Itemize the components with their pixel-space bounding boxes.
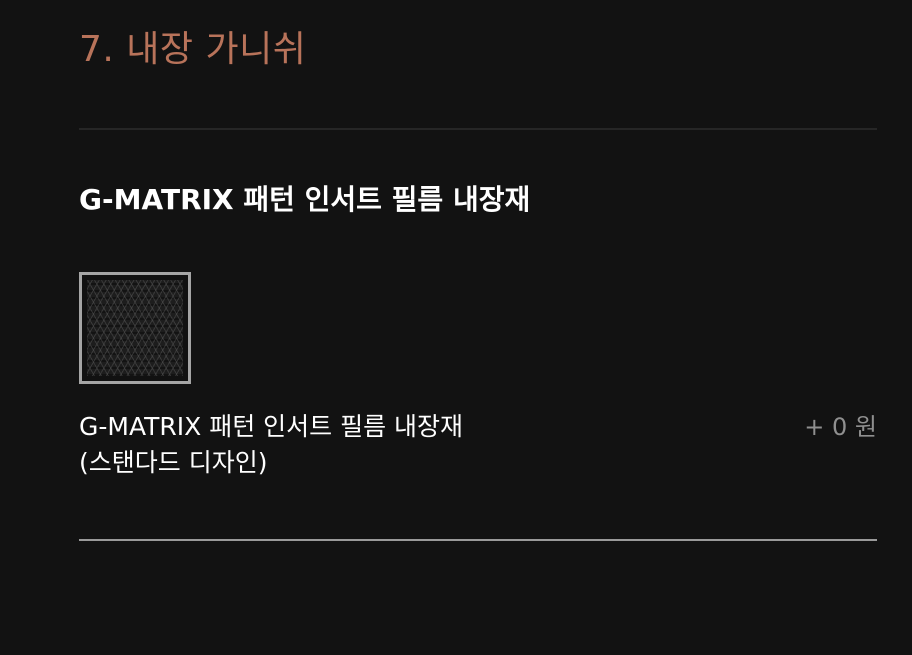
option-divider (79, 539, 877, 541)
option-price: + 0 원 (804, 413, 877, 441)
g-matrix-swatch-button[interactable] (79, 272, 191, 384)
option-group-title: G-MATRIX 패턴 인서트 필름 내장재 (79, 183, 531, 216)
option-label-line2: (스탠다드 디자인) (79, 448, 268, 477)
section-divider (79, 128, 877, 130)
option-label: G-MATRIX 패턴 인서트 필름 내장재 (스탠다드 디자인) (79, 409, 599, 481)
page: 7. 내장 가니쉬 G-MATRIX 패턴 인서트 필름 내장재 G-MATRI… (0, 0, 912, 655)
g-matrix-pattern-swatch (87, 280, 183, 376)
option-label-line1: G-MATRIX 패턴 인서트 필름 내장재 (79, 412, 464, 441)
section-title: 7. 내장 가니쉬 (79, 29, 307, 70)
